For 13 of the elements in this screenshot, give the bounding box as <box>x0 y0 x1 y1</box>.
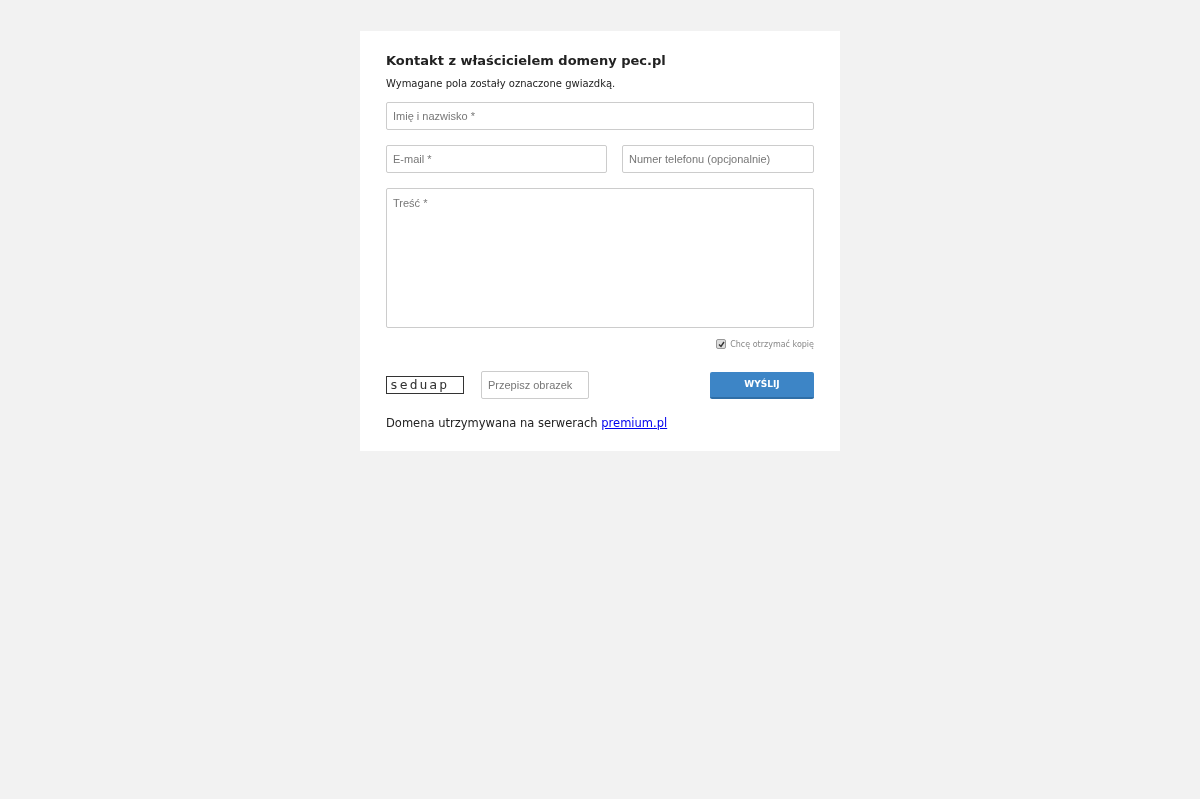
name-field[interactable]: Imię i nazwisko * <box>386 102 814 130</box>
checkbox[interactable] <box>716 339 727 349</box>
checkbox-label: Chcę otrzymać kopię <box>730 339 814 349</box>
send-button[interactable]: WYŚLIJ <box>710 371 814 399</box>
footer-text: Domena utrzymywana na serwerach premium.pl <box>386 416 669 430</box>
form-title: Kontakt z właścicielem domeny pec.pl <box>386 53 667 68</box>
phone-field[interactable]: Numer telefonu (opcjonalnie) <box>622 145 814 173</box>
premium-link[interactable]: premium.pl <box>601 416 668 430</box>
required-note: Wymagane pola zostały oznaczone gwiazdką. <box>386 78 617 89</box>
email-field[interactable]: E-mail * <box>386 145 607 173</box>
captcha-image: seduap <box>386 376 464 394</box>
captcha-field[interactable]: Przepisz obrazek <box>481 371 589 399</box>
message-field[interactable]: Treść * <box>386 188 814 328</box>
